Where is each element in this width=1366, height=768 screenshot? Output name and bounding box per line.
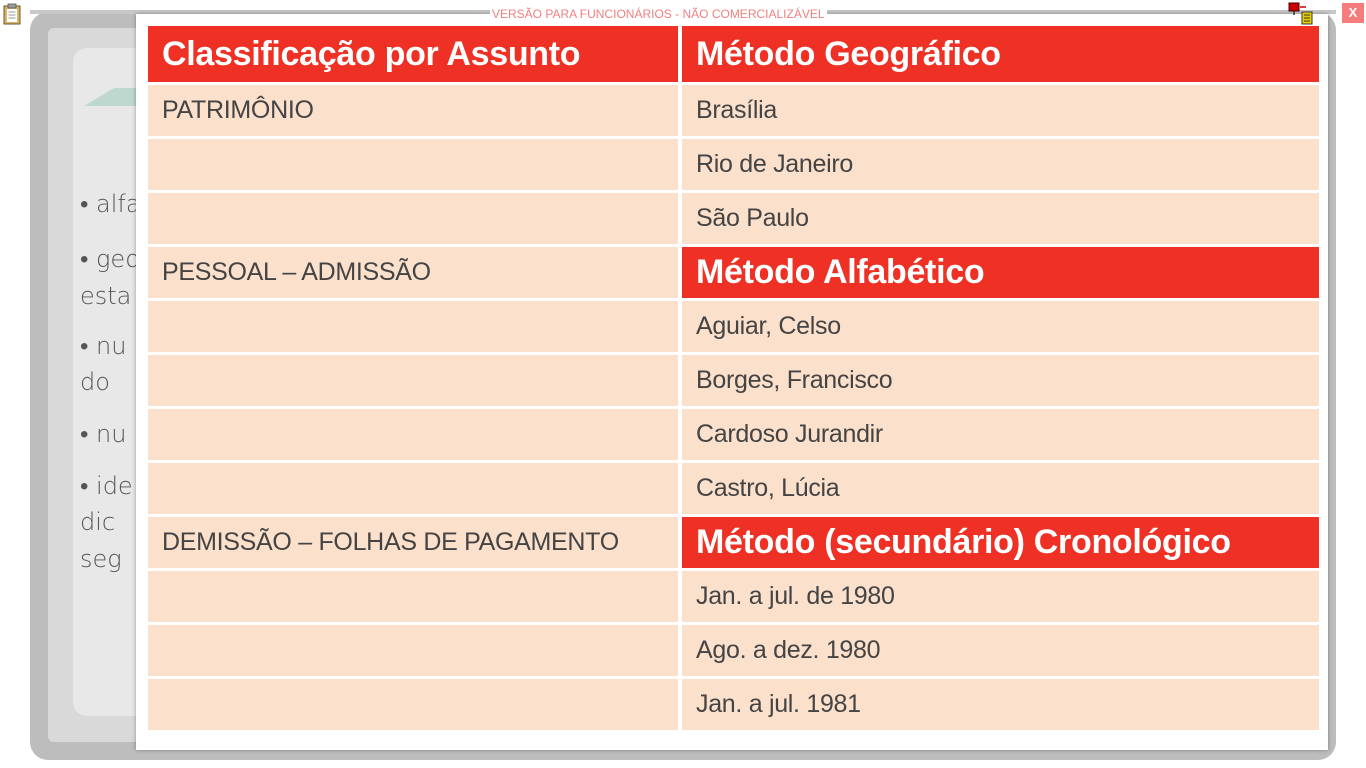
slide-bullet: • nu xyxy=(80,420,127,448)
table-cell-method-value: Brasília xyxy=(682,85,1319,136)
table-row: Jan. a jul. de 1980 xyxy=(148,571,1319,622)
slide-bullet: • ide xyxy=(80,472,133,500)
table-cell-method-value: Jan. a jul. de 1980 xyxy=(682,571,1319,622)
table-row: Borges, Francisco xyxy=(148,355,1319,406)
table-row: Jan. a jul. 1981 xyxy=(148,679,1319,730)
slide-bullet: dic xyxy=(80,508,116,536)
table-cell-subject xyxy=(148,301,678,352)
classification-table: Classificação por Assunto Método Geográf… xyxy=(148,26,1319,733)
clipboard-icon[interactable] xyxy=(2,3,22,25)
table-row: Castro, Lúcia xyxy=(148,463,1319,514)
table-cell-method-heading: Método Alfabético xyxy=(682,247,1319,298)
close-button[interactable]: X xyxy=(1342,3,1364,23)
table-cell-method-heading: Método (secundário) Cronológico xyxy=(682,517,1319,568)
table-cell-method-value: Cardoso Jurandir xyxy=(682,409,1319,460)
slide-bullet: esta xyxy=(80,282,132,310)
table-cell-subject: DEMISSÃO – FOLHAS DE PAGAMENTO xyxy=(148,517,678,568)
table-cell-subject xyxy=(148,139,678,190)
table-row: PESSOAL – ADMISSÃO Método Alfabético xyxy=(148,247,1319,298)
slide-bullet: • geo xyxy=(80,245,140,273)
header-cell-method: Método Geográfico xyxy=(682,26,1319,82)
table-row: Rio de Janeiro xyxy=(148,139,1319,190)
table-cell-subject xyxy=(148,409,678,460)
table-cell-method-value: Rio de Janeiro xyxy=(682,139,1319,190)
slide-bullet: do xyxy=(80,368,110,396)
table-cell-method-value: Borges, Francisco xyxy=(682,355,1319,406)
table-cell-subject xyxy=(148,355,678,406)
watermark-text: VERSÃO PARA FUNCIONÁRIOS - NÃO COMERCIAL… xyxy=(490,7,827,21)
table-row: Aguiar, Celso xyxy=(148,301,1319,352)
table-cell-subject xyxy=(148,571,678,622)
table-cell-subject xyxy=(148,679,678,730)
table-cell-method-value: Castro, Lúcia xyxy=(682,463,1319,514)
table-cell-subject: PATRIMÔNIO xyxy=(148,85,678,136)
table-cell-subject: PESSOAL – ADMISSÃO xyxy=(148,247,678,298)
table-row: PATRIMÔNIO Brasília xyxy=(148,85,1319,136)
table-row: DEMISSÃO – FOLHAS DE PAGAMENTO Método (se… xyxy=(148,517,1319,568)
header-cell-classification: Classificação por Assunto xyxy=(148,26,678,82)
media-icon[interactable] xyxy=(1288,2,1314,26)
slide-bullet: • alfa xyxy=(80,190,141,218)
table-cell-method-value: Jan. a jul. 1981 xyxy=(682,679,1319,730)
slide-bullet: seg xyxy=(80,545,122,573)
table-cell-method-value: Aguiar, Celso xyxy=(682,301,1319,352)
table-row: São Paulo xyxy=(148,193,1319,244)
table-cell-method-value: Ago. a dez. 1980 xyxy=(682,625,1319,676)
table-row: Ago. a dez. 1980 xyxy=(148,625,1319,676)
table-cell-subject xyxy=(148,625,678,676)
table-cell-subject xyxy=(148,193,678,244)
image-popup: Classificação por Assunto Método Geográf… xyxy=(136,14,1328,750)
table-row: Cardoso Jurandir xyxy=(148,409,1319,460)
table-cell-method-value: São Paulo xyxy=(682,193,1319,244)
slide-bullet: • nu xyxy=(80,332,127,360)
table-header-row: Classificação por Assunto Método Geográf… xyxy=(148,26,1319,82)
table-cell-subject xyxy=(148,463,678,514)
